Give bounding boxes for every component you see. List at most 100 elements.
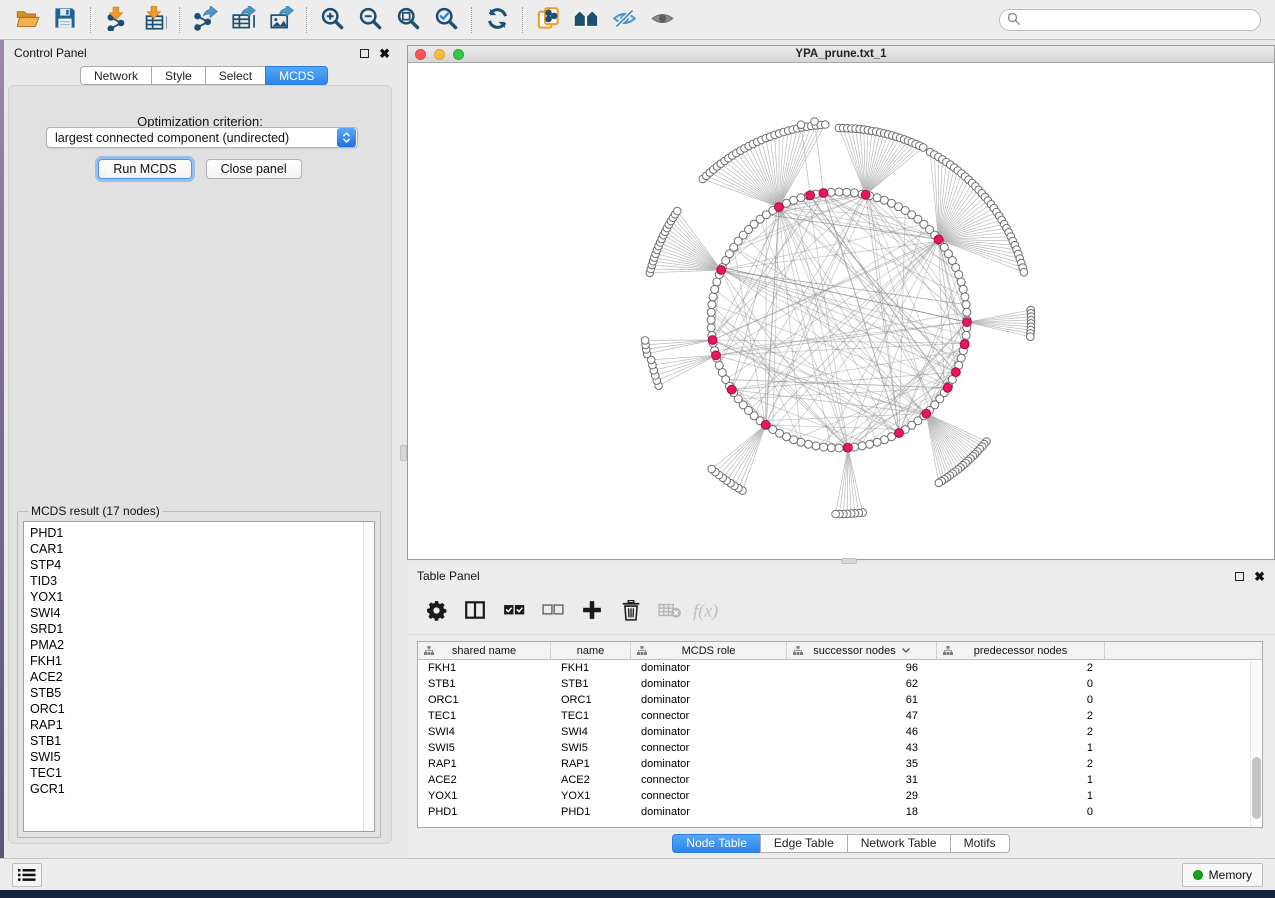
cell-shared-name[interactable]: SWI4: [418, 726, 551, 738]
cell-predecessor-nodes[interactable]: 1: [937, 742, 1105, 754]
cell-name[interactable]: SWI5: [551, 742, 631, 754]
memory-button[interactable]: Memory: [1182, 863, 1263, 887]
table-row[interactable]: FKH1FKH1dominator962: [418, 660, 1262, 676]
cell-successor-nodes[interactable]: 61: [787, 694, 937, 706]
cell-MCDS-role[interactable]: dominator: [631, 806, 787, 818]
cell-MCDS-role[interactable]: dominator: [631, 662, 787, 674]
cell-MCDS-role[interactable]: dominator: [631, 678, 787, 690]
cell-name[interactable]: ACE2: [551, 774, 631, 786]
deselect-all-button[interactable]: [540, 599, 566, 625]
cell-successor-nodes[interactable]: 43: [787, 742, 937, 754]
network-node[interactable]: [812, 442, 820, 450]
network-node[interactable]: [961, 293, 969, 301]
table-row[interactable]: ACE2ACE2connector311: [418, 772, 1262, 788]
network-node[interactable]: [957, 354, 965, 362]
close-panel-button[interactable]: Close panel: [206, 159, 302, 179]
cell-shared-name[interactable]: RAP1: [418, 758, 551, 770]
table-row[interactable]: PHD1PHD1dominator180: [418, 804, 1262, 820]
network-node[interactable]: [708, 301, 716, 309]
network-node[interactable]: [935, 479, 943, 487]
network-node[interactable]: [919, 144, 927, 152]
float-panel-icon[interactable]: [360, 49, 369, 58]
mcds-hub-node[interactable]: [895, 429, 904, 438]
network-node[interactable]: [962, 331, 970, 339]
cell-predecessor-nodes[interactable]: 2: [937, 662, 1105, 674]
add-button[interactable]: [579, 599, 605, 625]
cell-MCDS-role[interactable]: dominator: [631, 726, 787, 738]
mcds-hub-node[interactable]: [934, 235, 943, 244]
column-header-shared-name[interactable]: shared name: [418, 642, 551, 659]
columns-button[interactable]: [462, 599, 488, 625]
cell-shared-name[interactable]: FKH1: [418, 662, 551, 674]
mcds-hub-node[interactable]: [960, 340, 969, 349]
cell-predecessor-nodes[interactable]: 1: [937, 774, 1105, 786]
save-session-button[interactable]: [46, 4, 84, 36]
float-panel-icon[interactable]: [1235, 572, 1244, 581]
network-node[interactable]: [835, 444, 843, 452]
table-row[interactable]: TEC1TEC1connector472: [418, 708, 1262, 724]
zoom-in-button[interactable]: [313, 4, 351, 36]
mcds-hub-node[interactable]: [922, 409, 931, 418]
splitter-grip[interactable]: [841, 558, 857, 564]
mcds-result-node[interactable]: ORC1: [30, 701, 363, 717]
network-node[interactable]: [880, 436, 888, 444]
network-node[interactable]: [641, 337, 649, 345]
cell-MCDS-role[interactable]: connector: [631, 710, 787, 722]
cell-shared-name[interactable]: YOX1: [418, 790, 551, 802]
search-input[interactable]: [999, 9, 1261, 31]
mcds-result-node[interactable]: CAR1: [30, 541, 363, 557]
mcds-result-node[interactable]: FKH1: [30, 653, 363, 669]
network-node[interactable]: [963, 308, 971, 316]
export-table-button[interactable]: [224, 4, 262, 36]
mcds-result-node[interactable]: PHD1: [30, 525, 363, 541]
show-all-button[interactable]: [643, 4, 681, 36]
mcds-result-node[interactable]: STB5: [30, 685, 363, 701]
zoom-selected-button[interactable]: [427, 4, 465, 36]
network-node[interactable]: [715, 361, 723, 369]
table-row[interactable]: SWI4SWI4dominator462: [418, 724, 1262, 740]
mcds-result-node[interactable]: ACE2: [30, 669, 363, 685]
cell-MCDS-role[interactable]: dominator: [631, 758, 787, 770]
cell-successor-nodes[interactable]: 62: [787, 678, 937, 690]
column-header-successor-nodes[interactable]: successor nodes: [787, 642, 937, 659]
clone-network-button[interactable]: [529, 4, 567, 36]
open-file-button[interactable]: [8, 4, 46, 36]
cell-predecessor-nodes[interactable]: 0: [937, 806, 1105, 818]
network-node[interactable]: [820, 443, 828, 451]
network-node[interactable]: [955, 271, 963, 279]
cell-MCDS-role[interactable]: dominator: [631, 694, 787, 706]
network-node[interactable]: [797, 438, 805, 446]
mcds-result-node[interactable]: YOX1: [30, 589, 363, 605]
mcds-hub-node[interactable]: [775, 203, 784, 212]
tab-select[interactable]: Select: [205, 66, 265, 85]
mcds-result-list[interactable]: PHD1CAR1STP4TID3YOX1SWI4SRD1PMA2FKH1ACE2…: [23, 521, 375, 832]
network-node[interactable]: [959, 285, 967, 293]
table-row[interactable]: STB1STB1dominator620: [418, 676, 1262, 692]
network-node[interactable]: [1020, 268, 1028, 276]
zoom-out-button[interactable]: [351, 4, 389, 36]
mcds-hub-node[interactable]: [963, 318, 972, 327]
trash-button[interactable]: [618, 599, 644, 625]
network-node[interactable]: [873, 194, 881, 202]
mcds-result-node[interactable]: SRD1: [30, 621, 363, 637]
cell-shared-name[interactable]: PHD1: [418, 806, 551, 818]
network-node[interactable]: [957, 278, 965, 286]
network-node[interactable]: [827, 188, 835, 196]
network-node[interactable]: [797, 121, 805, 129]
table-scrollbar[interactable]: [1250, 661, 1262, 827]
cell-MCDS-role[interactable]: connector: [631, 742, 787, 754]
select-all-button[interactable]: [501, 599, 527, 625]
cell-shared-name[interactable]: ORC1: [418, 694, 551, 706]
refresh-button[interactable]: [478, 4, 516, 36]
cell-successor-nodes[interactable]: 46: [787, 726, 937, 738]
mcds-result-node[interactable]: STB1: [30, 733, 363, 749]
cell-name[interactable]: ORC1: [551, 694, 631, 706]
cell-successor-nodes[interactable]: 18: [787, 806, 937, 818]
cell-shared-name[interactable]: TEC1: [418, 710, 551, 722]
cell-successor-nodes[interactable]: 35: [787, 758, 937, 770]
export-network-button[interactable]: [186, 4, 224, 36]
mcds-hub-node[interactable]: [943, 383, 952, 392]
mcds-hub-node[interactable]: [712, 351, 721, 360]
mcds-result-node[interactable]: RAP1: [30, 717, 363, 733]
cell-predecessor-nodes[interactable]: 2: [937, 726, 1105, 738]
